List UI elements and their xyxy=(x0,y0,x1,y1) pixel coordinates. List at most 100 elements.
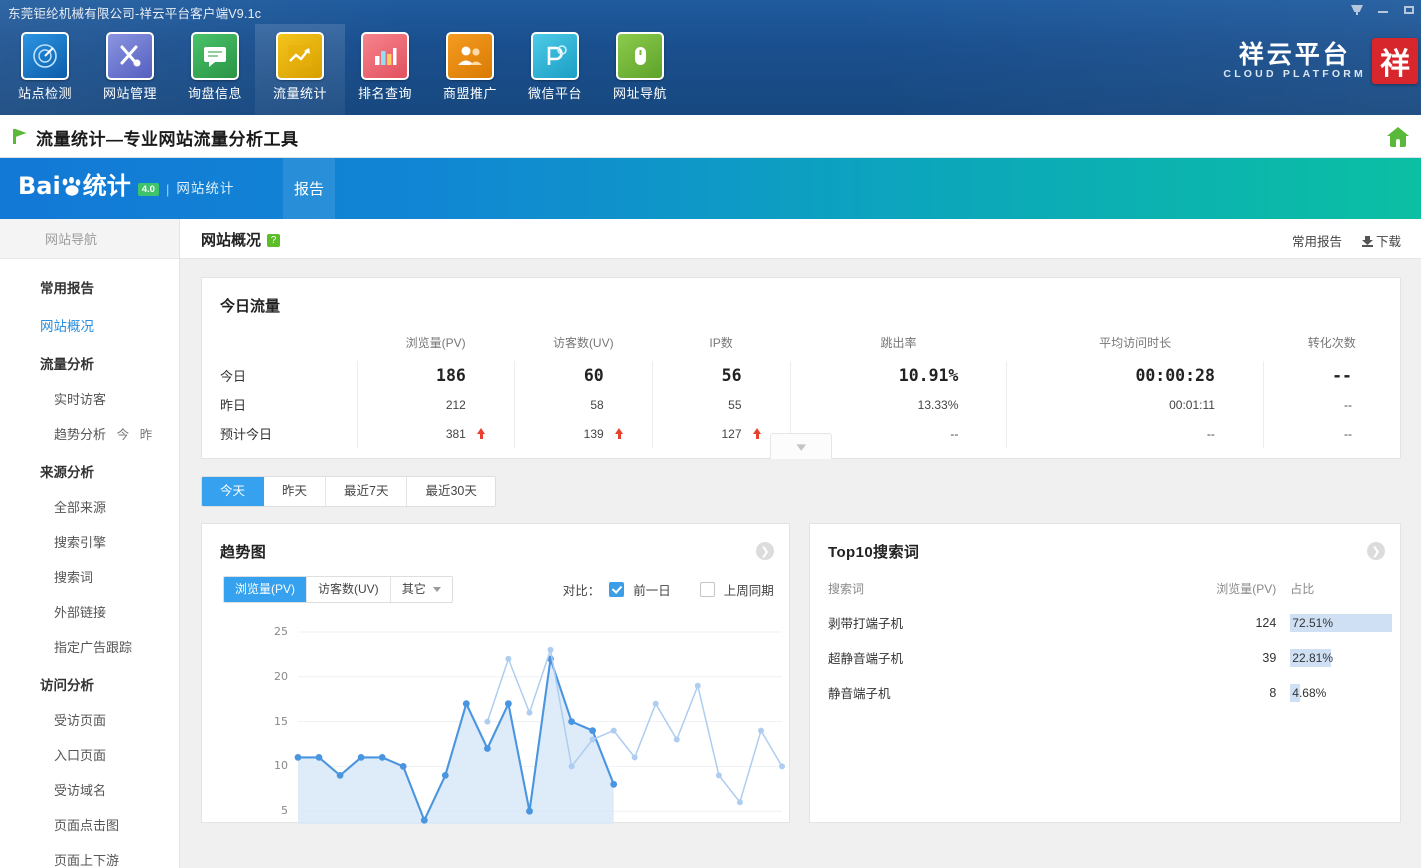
nav-item-inquiry[interactable]: 询盘信息 xyxy=(170,24,260,115)
chart-y-tick: 10 xyxy=(274,759,288,773)
sidebar-item-page-flow[interactable]: 页面上下游 xyxy=(0,850,179,868)
common-report-link[interactable]: 常用报告 xyxy=(1292,231,1342,250)
mouse-icon xyxy=(616,32,664,80)
minimize-icon[interactable] xyxy=(1377,4,1389,16)
sidebar-item-trend-analysis[interactable]: 趋势分析 今 昨 xyxy=(0,424,179,443)
nav-item-rank-query[interactable]: 排名查询 xyxy=(340,24,430,115)
home-icon[interactable] xyxy=(1387,127,1409,147)
cell-bounce: 13.33% xyxy=(789,390,1007,419)
version-badge: 4.0 xyxy=(137,183,159,196)
sidebar-item-label: 网站概况 xyxy=(40,319,94,334)
bar-chart-icon xyxy=(361,32,409,80)
date-tab-today[interactable]: 今天 xyxy=(202,477,265,506)
compare-label-last-week[interactable]: 上周同期 xyxy=(724,580,774,599)
brand-cn: 祥云平台 xyxy=(1238,40,1351,69)
chevron-right-circle-icon[interactable]: ❯ xyxy=(1367,542,1385,560)
trend-controls: 浏览量(PV) 访客数(UV) 其它 对比： 前一日 上周同期 xyxy=(202,562,789,603)
compare-checkbox-last-week[interactable] xyxy=(699,582,715,597)
sidebar-item-ad-tracking[interactable]: 指定广告跟踪 xyxy=(0,637,179,656)
nav-label: 微信平台 xyxy=(527,86,582,101)
sidebar-subitem-yesterday[interactable]: 昨 xyxy=(140,428,153,442)
client-nav: 站点检测 网站管理 询盘信息 流量统计 排名查询 商盟推广 微信平台 网址导航 xyxy=(0,24,1421,115)
cell-share: 22.81% xyxy=(1290,648,1333,667)
cell-search-word[interactable]: 剥带打端子机 xyxy=(810,605,1174,640)
date-tab-yesterday[interactable]: 昨天 xyxy=(264,477,327,506)
nav-item-site-check[interactable]: 站点检测 xyxy=(0,24,90,115)
nav-item-wechat-platform[interactable]: 微信平台 xyxy=(510,24,600,115)
col-empty xyxy=(202,330,357,361)
metric-option-other[interactable]: 其它 xyxy=(391,577,452,602)
message-icon xyxy=(191,32,239,80)
metric-option-uv[interactable]: 访客数(UV) xyxy=(307,577,391,602)
nav-label: 网址导航 xyxy=(612,86,667,101)
col-uv: 访客数(UV) xyxy=(552,336,614,350)
top10-table: 搜索词 浏览量(PV) 占比 剥带打端子机 124 72.51% 超静音端子机 … xyxy=(810,574,1400,710)
row-label: 昨日 xyxy=(220,398,247,413)
baidu-tongji-logo[interactable]: Bai 统计 4.0 | 网站统计 xyxy=(18,174,234,198)
sidebar-group-label: 流量分析 xyxy=(40,357,94,372)
metric-option-pv[interactable]: 浏览量(PV) xyxy=(224,577,308,602)
sidebar-item-label: 页面点击图 xyxy=(54,818,120,833)
nav-label: 网站管理 xyxy=(102,86,157,101)
date-range-tabs: 今天 昨天 最近7天 最近30天 xyxy=(201,476,496,507)
table-header-row: 搜索词 浏览量(PV) 占比 xyxy=(810,574,1400,605)
compare-label-prev-day[interactable]: 前一日 xyxy=(633,580,671,599)
sidebar-group-common-reports[interactable]: 常用报告 xyxy=(0,277,179,297)
sidebar-item-visited-domains[interactable]: 受访域名 xyxy=(0,780,179,799)
compare-label: 对比： xyxy=(562,584,601,598)
cell-search-word[interactable]: 静音端子机 xyxy=(810,675,1174,710)
sidebar-item-visited-pages[interactable]: 受访页面 xyxy=(0,710,179,729)
nav-item-alliance-promo[interactable]: 商盟推广 xyxy=(425,24,515,115)
cell-pv: 212 xyxy=(356,390,515,419)
sidebar-group-source-analysis[interactable]: 来源分析 xyxy=(0,461,179,481)
sidebar-item-site-overview[interactable]: 网站概况 xyxy=(0,315,179,335)
trend-chart-icon xyxy=(276,32,324,80)
sidebar-item-label: 外部链接 xyxy=(54,605,107,620)
nav-label: 流量统计 xyxy=(272,86,327,101)
col-search-word: 搜索词 xyxy=(828,582,865,596)
nav-item-url-nav[interactable]: 网址导航 xyxy=(595,24,685,115)
col-bounce: 跳出率 xyxy=(880,336,917,350)
sidebar-subitem-today[interactable]: 今 xyxy=(117,428,130,442)
tab-report[interactable]: 报告 xyxy=(283,158,335,219)
download-button[interactable]: 下载 xyxy=(1361,231,1401,250)
cell-duration: 00:00:28 xyxy=(1006,361,1264,390)
today-traffic-table: 浏览量(PV) 访客数(UV) IP数 跳出率 平均访问时长 转化次数 今日 1… xyxy=(202,330,1400,448)
cell-uv: 60 xyxy=(513,361,653,390)
chevron-right-circle-icon[interactable]: ❯ xyxy=(756,542,774,560)
sidebar: 网站导航 常用报告 网站概况 流量分析 实时访客 趋势分析 今 昨 来源分析 全… xyxy=(0,219,180,868)
maximize-icon[interactable] xyxy=(1403,4,1415,16)
cell-search-word[interactable]: 超静音端子机 xyxy=(810,640,1174,675)
help-badge-icon[interactable]: ? xyxy=(267,234,281,247)
sidebar-item-external-link[interactable]: 外部链接 xyxy=(0,602,179,621)
col-share: 占比 xyxy=(1290,582,1315,596)
sidebar-item-site-nav[interactable]: 网站导航 xyxy=(0,219,179,259)
sidebar-item-page-clickmap[interactable]: 页面点击图 xyxy=(0,815,179,834)
table-row: 昨日 212 58 55 13.33% 00:01:11 -- xyxy=(202,390,1400,419)
sidebar-item-search-word[interactable]: 搜索词 xyxy=(0,567,179,586)
date-tab-last30[interactable]: 最近30天 xyxy=(407,477,494,506)
sidebar-item-entry-pages[interactable]: 入口页面 xyxy=(0,745,179,764)
sidebar-item-label: 全部来源 xyxy=(54,500,107,515)
sidebar-item-search-engine[interactable]: 搜索引擎 xyxy=(0,532,179,551)
sidebar-item-all-sources[interactable]: 全部来源 xyxy=(0,497,179,516)
date-tab-last7[interactable]: 最近7天 xyxy=(326,477,408,506)
nav-item-traffic-stats[interactable]: 流量统计 xyxy=(255,24,345,115)
chevron-double-down-icon: ▾ xyxy=(796,439,806,454)
cell-uv: 58 xyxy=(513,390,653,419)
sidebar-group-traffic-analysis[interactable]: 流量分析 xyxy=(0,353,179,373)
sidebar-group-visit-analysis[interactable]: 访问分析 xyxy=(0,674,179,694)
download-label: 下载 xyxy=(1375,235,1401,249)
nav-item-site-manage[interactable]: 网站管理 xyxy=(85,24,175,115)
brand-mark: 祥 xyxy=(1372,38,1418,84)
expand-collapse-button[interactable]: ▾ xyxy=(770,433,832,459)
compare-checkbox-prev-day[interactable] xyxy=(609,582,625,597)
cell-conversions: -- xyxy=(1262,390,1400,419)
chart-y-tick: 5 xyxy=(281,804,288,818)
main-header: 网站概况? 常用报告 下载 xyxy=(180,219,1421,259)
cell-conversions: -- xyxy=(1262,361,1400,390)
table-row: 今日 186 60 56 10.91% 00:00:28 -- xyxy=(202,361,1400,390)
sidebar-item-realtime-visitors[interactable]: 实时访客 xyxy=(0,389,179,408)
pin-icon[interactable] xyxy=(1351,4,1363,16)
sidebar-item-label: 实时访客 xyxy=(54,392,107,407)
